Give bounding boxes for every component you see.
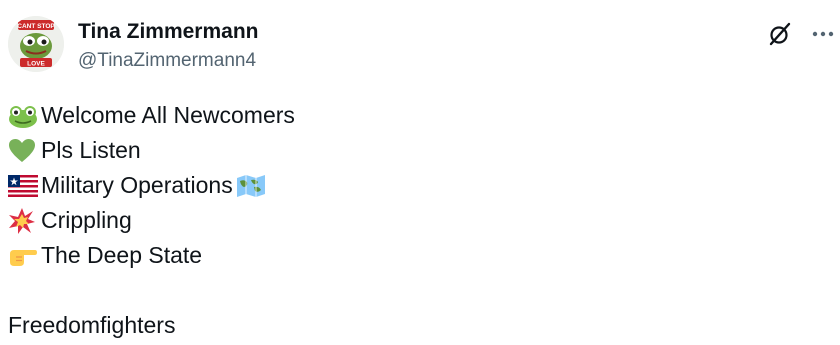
world-map-icon: [236, 174, 266, 198]
author-handle[interactable]: @TinaZimmermann4: [78, 50, 256, 72]
post-text: Welcome All Newcomers Pls Listen Militar…: [8, 98, 808, 343]
liberia-flag-icon: [8, 172, 41, 200]
post-line: The Deep State: [8, 238, 808, 273]
green-heart-icon: [8, 137, 41, 165]
author-display-name[interactable]: Tina Zimmermann: [78, 20, 259, 44]
avatar-top-text: CANT STOP: [17, 23, 55, 30]
more-options-button[interactable]: [806, 16, 840, 52]
collision-icon: [8, 207, 41, 235]
post-line-text: Welcome All Newcomers: [41, 102, 295, 128]
post-footer-text: Freedomfighters: [8, 312, 176, 338]
post-line-text: Pls Listen: [41, 137, 141, 163]
post-line-text: Military Operations: [41, 172, 233, 198]
post-line: Pls Listen: [8, 133, 808, 168]
post-line: Crippling: [8, 203, 808, 238]
slashed-circle-icon: [769, 22, 791, 46]
avatar-image: CANT STOP LOVE: [8, 16, 64, 72]
avatar-bottom-text: LOVE: [27, 61, 45, 68]
grok-button[interactable]: [762, 16, 798, 52]
backhand-pointing-right-icon: [8, 242, 41, 270]
post-line: Military Operations: [8, 168, 808, 203]
post-line-text: The Deep State: [41, 242, 203, 268]
avatar[interactable]: CANT STOP LOVE: [8, 16, 64, 72]
frog-face-icon: [8, 102, 41, 130]
more-horizontal-icon: [812, 31, 834, 37]
post-line-text: Crippling: [41, 207, 132, 233]
post-line: Welcome All Newcomers: [8, 98, 808, 133]
